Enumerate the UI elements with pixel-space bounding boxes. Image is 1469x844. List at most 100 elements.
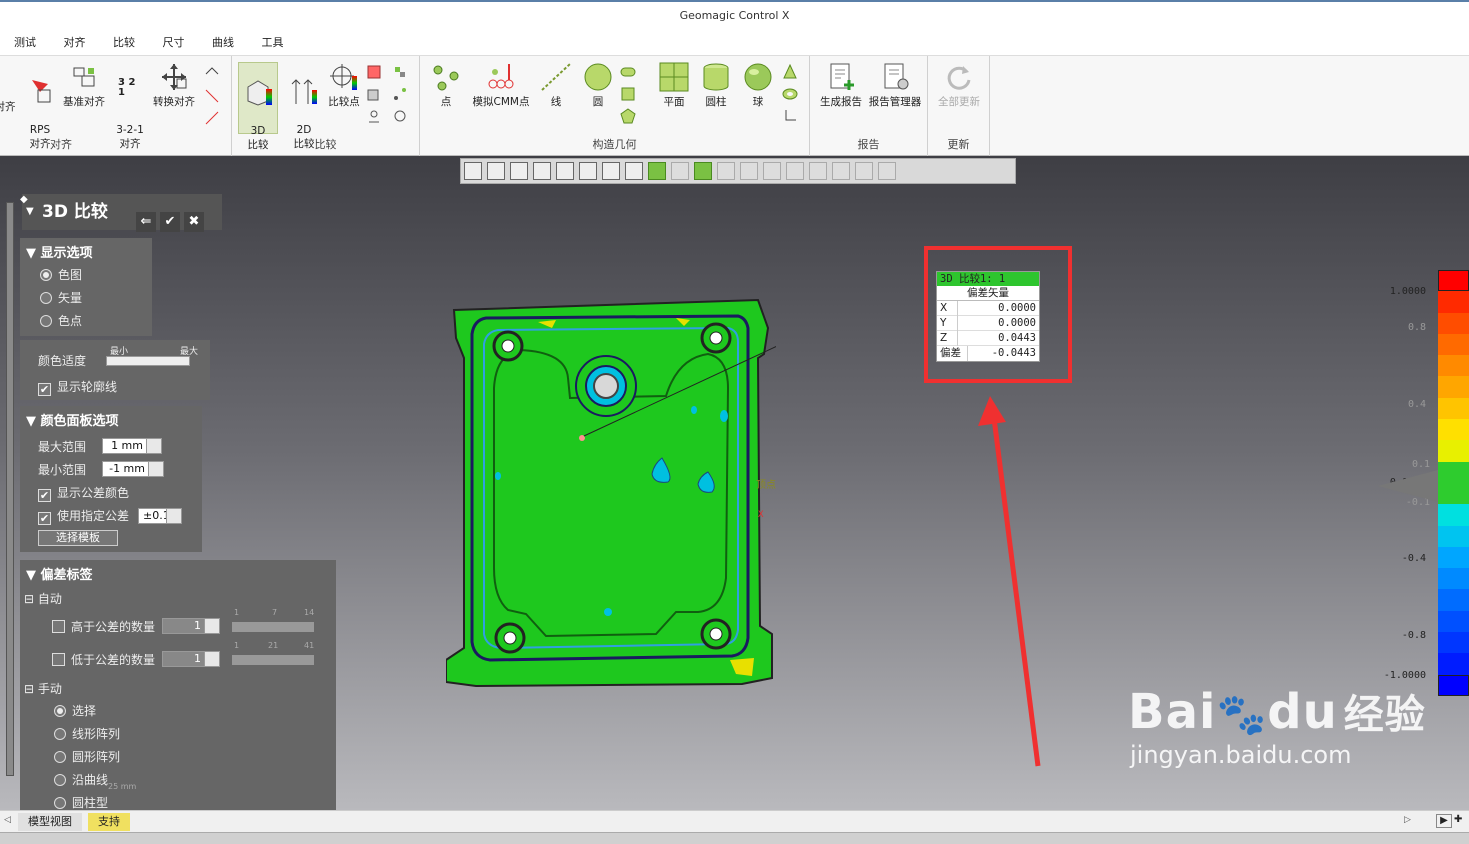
menu-compare[interactable]: 比较 [113,30,135,56]
color-scale-swatch [1438,482,1469,505]
construct-line-button[interactable]: 线 [536,62,576,109]
display-option-vector[interactable]: 矢量 [40,289,82,306]
min-range-input[interactable]: -1 mm [102,461,164,477]
slot-icon[interactable] [620,64,636,80]
select-paint-icon[interactable] [809,162,827,180]
view-split-icon[interactable] [648,162,666,180]
auto-group-row[interactable]: ⊟ 自动 [24,590,62,607]
simulate-cmm-button[interactable]: 模拟CMM点 [468,62,534,109]
panel-scrollbar[interactable] [6,202,14,776]
select-rect-icon[interactable] [694,162,712,180]
align-small-icon-1[interactable] [204,66,220,82]
above-tol-checkbox[interactable]: 高于公差的数量 [52,618,155,635]
display-option-colormap[interactable]: 色图 [40,266,82,283]
manual-option-circular[interactable]: 圆形阵列 [54,748,120,765]
below-tol-slider[interactable] [232,655,314,665]
compare-small-icon-6[interactable] [392,108,408,124]
show-tol-color-checkbox[interactable]: ✔ 显示公差颜色 [38,484,129,502]
view-iso-icon[interactable] [510,162,528,180]
view-cube-icon[interactable] [487,162,505,180]
color-smooth-slider[interactable] [106,356,190,366]
construct-cylinder-button[interactable]: 圆柱 [696,62,736,109]
above-tol-input[interactable]: 1 [162,618,220,634]
collapse-panel-icon[interactable]: ▼ [26,206,34,217]
menu-dimension[interactable]: 尺寸 [163,30,185,56]
partial-align-button[interactable]: 对齐 [0,100,16,114]
select-lasso-icon[interactable] [763,162,781,180]
view-orient-icon[interactable] [602,162,620,180]
axis-icon[interactable] [782,108,798,124]
cone-icon[interactable] [782,63,798,80]
update-all-button[interactable]: 全部更新 [932,62,986,109]
color-scale-bar[interactable] [1438,270,1469,696]
manual-option-select[interactable]: 选择 [54,702,96,719]
close-icon[interactable]: ✖ [184,212,204,232]
tab-support-label: 支持 [98,815,120,828]
compare-point-button[interactable]: 比较点 [324,62,364,109]
option-label: 色点 [58,314,83,328]
transform-align-button[interactable]: 转换对齐 [150,62,198,109]
select-surface-icon[interactable] [855,162,873,180]
back-icon[interactable]: ⇐ [136,212,156,232]
menu-curve[interactable]: 曲线 [212,30,234,56]
tab-model-view[interactable]: 模型视图 [18,813,82,831]
datum-align-button[interactable]: 基准对齐 [60,62,108,109]
align-small-icon-2[interactable] [204,88,220,104]
manual-option-cylinder[interactable]: 圆柱型 [54,794,108,811]
view-top-icon[interactable] [556,162,574,180]
compare-small-icon-2[interactable] [366,86,382,102]
view-layout-icon[interactable] [625,162,643,180]
below-tol-checkbox[interactable]: 低于公差的数量 [52,651,155,668]
view-side-icon[interactable] [579,162,597,180]
part-color-map[interactable] [445,298,936,693]
select-template-button[interactable]: 选择模板 [38,530,118,546]
select-line-icon[interactable] [671,162,689,180]
above-tol-slider[interactable] [232,622,314,632]
construct-sphere-button[interactable]: 球 [738,62,778,109]
manual-group-row[interactable]: ⊟ 手动 [24,680,62,697]
construct-circle-button[interactable]: 圆 [578,62,618,109]
select-brush-icon[interactable] [786,162,804,180]
rectangle-icon[interactable] [620,86,636,102]
view-shape-icon[interactable] [464,162,482,180]
polygon-icon[interactable] [620,108,636,124]
manual-option-curve[interactable]: 沿曲线 [54,771,108,788]
report-manager-button[interactable]: 报告管理器 [866,62,924,109]
3d-compare-button[interactable]: 3D 比较 [238,62,278,151]
construct-point-button[interactable]: 点 [428,62,464,109]
window-title-bar: Geomagic Control X [0,0,1469,30]
scroll-right-icon[interactable]: ▷ [1404,815,1411,825]
menu-align[interactable]: 对齐 [64,30,86,56]
expand-icon[interactable]: ✚ [1454,814,1462,825]
scroll-end-icon[interactable]: ▶ [1436,814,1452,828]
compare-small-icon-3[interactable] [366,108,382,124]
generate-report-button[interactable]: 生成报告 [816,62,866,109]
pin-icon[interactable]: ◆ [20,194,28,205]
select-fill-icon[interactable] [832,162,850,180]
max-range-input[interactable]: 1 mm [102,438,162,454]
below-tol-label: 低于公差的数量 [71,653,156,667]
construct-plane-button[interactable]: 平面 [654,62,694,109]
tolerance-input[interactable]: ±0.1 [138,508,182,524]
below-tol-input[interactable]: 1 [162,651,220,667]
show-outline-checkbox[interactable]: ✔ 显示轮廓线 [38,378,117,396]
select-poly-icon[interactable] [740,162,758,180]
compare-small-icon-4[interactable] [392,64,408,80]
align-small-icon-3[interactable] [204,110,220,126]
menu-tools[interactable]: 工具 [262,30,284,56]
manual-option-linear[interactable]: 线形阵列 [54,725,120,742]
report-add-icon [825,62,857,92]
scroll-left-icon[interactable]: ◁ [4,815,11,825]
auto-label: 自动 [37,592,62,606]
compare-small-icon-1[interactable] [366,64,382,80]
select-visible-icon[interactable] [878,162,896,180]
view-front-icon[interactable] [533,162,551,180]
confirm-check-icon[interactable]: ✔ [160,212,180,232]
display-option-colorpoint[interactable]: 色点 [40,312,82,329]
use-tol-checkbox[interactable]: ✔ 使用指定公差 [38,507,129,525]
menu-test[interactable]: 测试 [14,30,36,56]
select-circle-icon[interactable] [717,162,735,180]
tab-support[interactable]: 支持 [88,813,130,831]
torus-icon[interactable] [782,86,798,102]
compare-small-icon-5[interactable] [392,86,408,102]
